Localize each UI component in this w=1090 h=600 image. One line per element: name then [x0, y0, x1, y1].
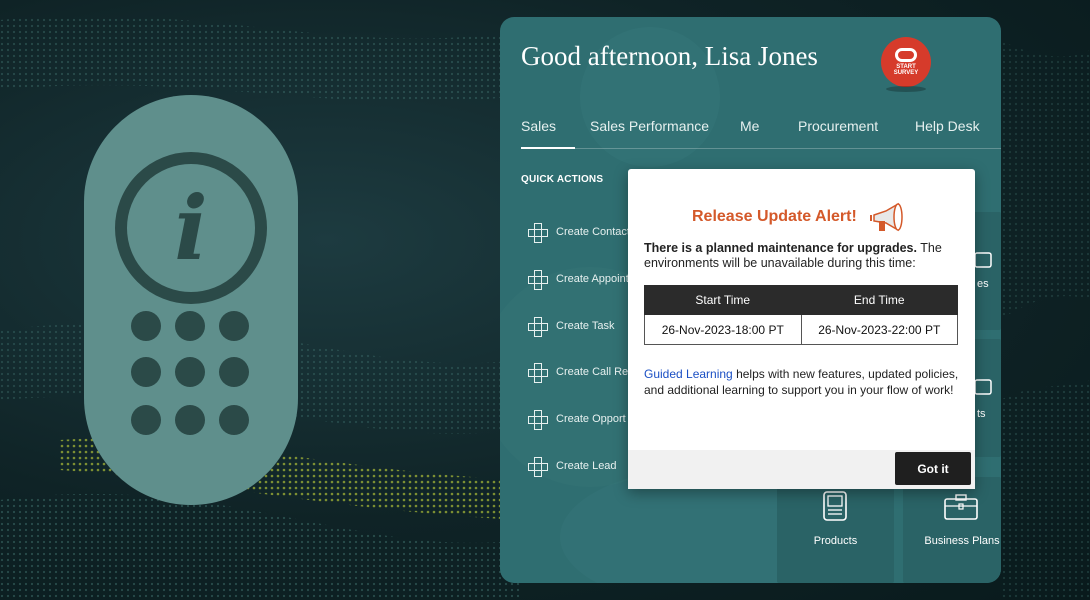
- tab-procurement[interactable]: Procurement: [798, 118, 878, 134]
- info-icon: i: [115, 152, 267, 304]
- got-it-button[interactable]: Got it: [895, 452, 971, 485]
- tile-icon: [974, 252, 992, 268]
- popup-message: There is a planned maintenance for upgra…: [644, 241, 942, 270]
- keypad-dot: [175, 405, 205, 435]
- popup-info-text: Guided Learning helps with new features,…: [644, 367, 959, 397]
- popup-title: Release Update Alert!: [692, 208, 857, 225]
- plus-icon: [528, 317, 548, 337]
- tabs-divider: [521, 148, 1001, 149]
- quick-action-create-lead[interactable]: Create Lead: [528, 455, 617, 477]
- tile-icon: [974, 379, 992, 395]
- tile-products-label: Products: [813, 535, 858, 547]
- tab-sales-performance[interactable]: Sales Performance: [590, 118, 709, 134]
- keypad-dot: [175, 311, 205, 341]
- tile-business-plans-label: Business Plans: [924, 535, 1000, 547]
- plus-icon: [528, 223, 548, 243]
- keypad-dot: [219, 405, 249, 435]
- megaphone-icon: [870, 202, 903, 232]
- release-update-popup: Release Update Alert! There is a planned…: [628, 169, 975, 489]
- plus-icon: [528, 270, 548, 290]
- tab-help-desk[interactable]: Help Desk: [915, 118, 980, 134]
- plus-icon: [528, 363, 548, 383]
- keypad-dot: [131, 405, 161, 435]
- end-time-cell: 26-Nov-2023-22:00 PT: [800, 314, 958, 345]
- guided-learning-link[interactable]: Guided Learning: [644, 367, 733, 381]
- plus-icon: [528, 410, 548, 430]
- plus-icon: [528, 457, 548, 477]
- keypad-dot: [175, 357, 205, 387]
- info-remote-icon: i: [84, 95, 298, 505]
- quick-action-create-task[interactable]: Create Task: [528, 315, 615, 337]
- greeting-title: Good afternoon, Lisa Jones: [521, 41, 818, 71]
- survey-logo-icon: [895, 48, 917, 62]
- table-header-row: Start Time End Time: [644, 285, 958, 315]
- quick-action-create-call-report[interactable]: Create Call Rep: [528, 361, 634, 383]
- quick-action-create-appointment[interactable]: Create Appoint: [528, 268, 629, 290]
- maintenance-table: Start Time End Time 26-Nov-2023-18:00 PT…: [644, 285, 958, 345]
- keypad-dot: [131, 311, 161, 341]
- quick-actions-title: QUICK ACTIONS: [521, 174, 604, 185]
- tab-sales[interactable]: Sales: [521, 118, 556, 134]
- tab-me[interactable]: Me: [740, 118, 759, 134]
- tile-products[interactable]: Products: [777, 477, 894, 583]
- keypad-dot: [131, 357, 161, 387]
- start-time-cell: 26-Nov-2023-18:00 PT: [644, 314, 802, 345]
- column-header-end-time: End Time: [800, 285, 958, 315]
- keypad-dot: [219, 357, 249, 387]
- tile-business-plans[interactable]: Business Plans: [903, 477, 1001, 583]
- table-row: 26-Nov-2023-18:00 PT 26-Nov-2023-22:00 P…: [644, 314, 958, 345]
- column-header-start-time: Start Time: [644, 285, 802, 315]
- products-icon: [823, 491, 847, 521]
- start-survey-button[interactable]: START SURVEY: [881, 37, 931, 87]
- quick-action-create-contact[interactable]: Create Contact: [528, 221, 630, 243]
- keypad-dot: [219, 311, 249, 341]
- tab-bar: Sales Sales Performance Me Procurement H…: [500, 118, 1001, 149]
- briefcase-icon: [944, 494, 978, 520]
- quick-action-create-opportunity[interactable]: Create Opport: [528, 408, 626, 430]
